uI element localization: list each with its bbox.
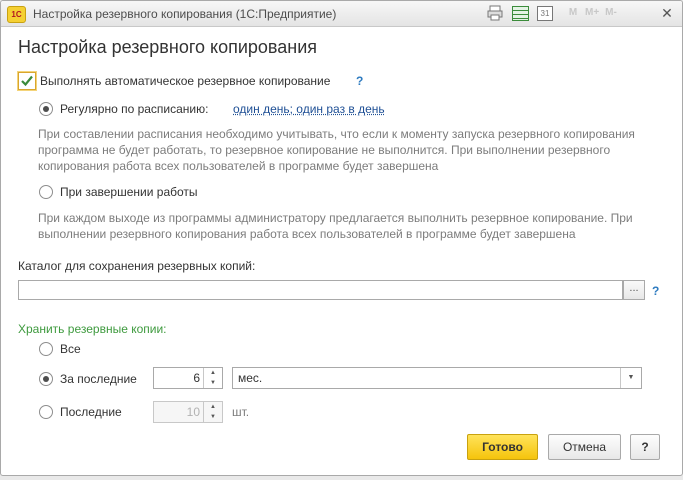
retention-period-label[interactable]: За последние (60, 372, 137, 386)
period-unit-value: мес. (238, 371, 263, 385)
title-bar[interactable]: 1С Настройка резервного копирования (1С:… (1, 1, 682, 27)
form-title: Настройка резервного копирования (18, 37, 318, 57)
retention-all-label[interactable]: Все (60, 342, 81, 356)
cancel-button[interactable]: Отмена (548, 434, 621, 460)
schedule-label[interactable]: Регулярно по расписанию: (60, 102, 208, 116)
m-plus-icon[interactable]: M+ (585, 5, 599, 21)
retention-all-radio[interactable] (39, 342, 53, 356)
app-logo-icon: 1С (7, 6, 26, 23)
table-icon[interactable] (512, 6, 529, 21)
m-icon[interactable]: M (566, 5, 580, 21)
schedule-link[interactable]: один день; один раз в день (233, 102, 385, 116)
schedule-note: При составлении расписания необходимо уч… (38, 127, 635, 173)
help-button[interactable]: ? (630, 434, 660, 460)
on-exit-note: При каждом выходе из программы администр… (38, 211, 633, 241)
window-title: Настройка резервного копирования (1С:Пре… (33, 7, 337, 21)
close-icon[interactable]: ✕ (659, 5, 675, 21)
count-value: 10 (186, 405, 200, 419)
period-stepper[interactable]: 6 ▲ ▼ (153, 367, 223, 389)
retention-period-radio[interactable] (39, 372, 53, 386)
on-exit-radio[interactable] (39, 185, 53, 199)
retention-count-radio[interactable] (39, 405, 53, 419)
directory-help-icon[interactable]: ? (652, 284, 659, 298)
checkmark-icon (21, 75, 33, 87)
directory-browse-button[interactable]: ... (623, 280, 645, 300)
on-exit-label[interactable]: При завершении работы (60, 185, 198, 199)
period-value: 6 (193, 371, 200, 385)
period-stepper-arrows-icon[interactable]: ▲ ▼ (203, 368, 222, 388)
count-stepper[interactable]: 10 ▲ ▼ (153, 401, 223, 423)
print-icon[interactable] (486, 5, 503, 21)
dialog-window: 1С Настройка резервного копирования (1С:… (0, 0, 683, 476)
m-minus-icon[interactable]: M- (604, 5, 618, 21)
period-unit-select[interactable]: мес. ▼ (232, 367, 642, 389)
auto-backup-label[interactable]: Выполнять автоматическое резервное копир… (40, 74, 330, 88)
chevron-down-icon[interactable]: ▼ (620, 368, 641, 388)
schedule-radio[interactable] (39, 102, 53, 116)
directory-input[interactable] (18, 280, 623, 300)
calendar-icon[interactable]: 31 (537, 6, 553, 21)
done-button[interactable]: Готово (467, 434, 538, 460)
retention-count-label[interactable]: Последние (60, 405, 122, 419)
count-stepper-arrows-icon[interactable]: ▲ ▼ (203, 402, 222, 422)
count-unit-label: шт. (232, 405, 250, 419)
retention-group-title: Хранить резервные копии: (18, 322, 167, 336)
directory-label: Каталог для сохранения резервных копий: (18, 259, 256, 273)
auto-backup-checkbox[interactable] (18, 72, 36, 90)
auto-backup-help-icon[interactable]: ? (356, 74, 363, 88)
